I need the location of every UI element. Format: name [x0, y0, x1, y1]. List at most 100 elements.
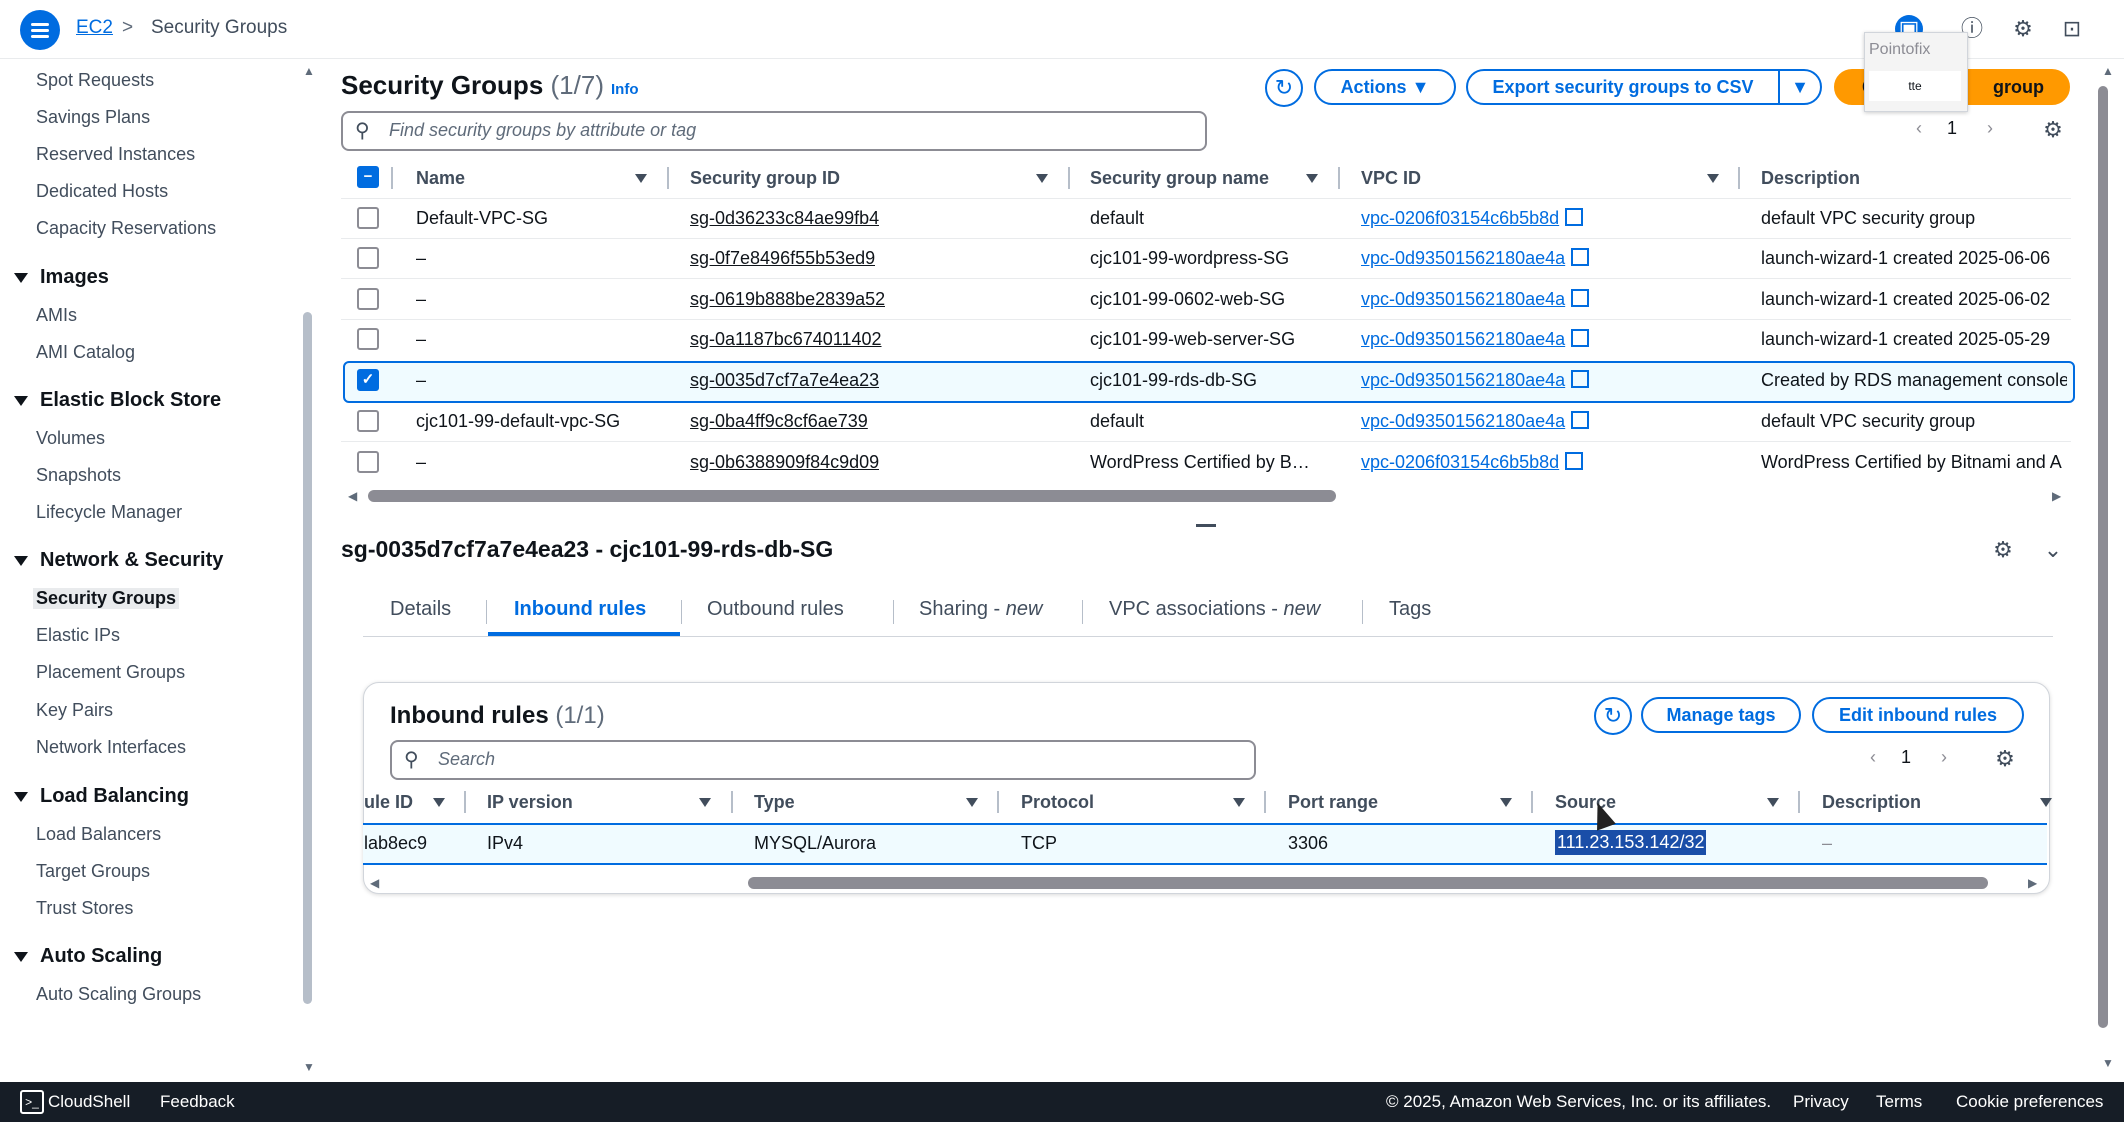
sidebar-scrollbar[interactable]: [303, 312, 312, 1004]
sidebar-item-spot-requests[interactable]: Spot Requests: [36, 70, 154, 91]
feedback-link[interactable]: Feedback: [160, 1092, 235, 1112]
sidebar-item-target-groups[interactable]: Target Groups: [36, 861, 150, 882]
page-scrollbar[interactable]: [2098, 86, 2108, 1028]
cell-vpc-id[interactable]: vpc-0206f03154c6b5b8d: [1361, 452, 1584, 473]
cell-security-group-id[interactable]: sg-0f7e8496f55b53ed9: [690, 248, 875, 269]
sidebar-item-ami-catalog[interactable]: AMI Catalog: [36, 342, 135, 363]
sidebar-section-auto-scaling[interactable]: Auto Scaling: [14, 945, 162, 968]
scroll-right-icon[interactable]: ▶: [2028, 876, 2037, 890]
chevron-left-icon[interactable]: ‹: [1916, 118, 1922, 138]
sidebar-item-amis[interactable]: AMIs: [36, 305, 77, 326]
column-header-rule-id[interactable]: ule ID: [364, 792, 413, 813]
scroll-left-icon[interactable]: ◀: [370, 876, 379, 890]
sort-icon[interactable]: [1233, 798, 1245, 807]
manage-tags-button[interactable]: Manage tags: [1641, 697, 1801, 733]
breadcrumb-ec2[interactable]: EC2: [76, 17, 113, 39]
sort-icon[interactable]: [433, 798, 445, 807]
cookie-preferences-link[interactable]: Cookie preferences: [1956, 1092, 2103, 1112]
scroll-up-icon[interactable]: ▲: [303, 64, 315, 78]
cell-vpc-id[interactable]: vpc-0d93501562180ae4a: [1361, 289, 1590, 310]
sort-icon[interactable]: [1707, 174, 1719, 183]
vpc-link[interactable]: vpc-0d93501562180ae4a: [1361, 370, 1565, 390]
sidebar-section-network-security[interactable]: Network & Security: [14, 549, 223, 572]
cloudshell-icon[interactable]: >_: [20, 1090, 44, 1114]
sidebar-item-network-interfaces[interactable]: Network Interfaces: [36, 737, 186, 758]
vpc-link[interactable]: vpc-0206f03154c6b5b8d: [1361, 452, 1559, 472]
column-header-security-group-id[interactable]: Security group ID: [690, 168, 840, 189]
menu-icon[interactable]: [20, 10, 60, 50]
sort-icon[interactable]: [699, 798, 711, 807]
sidebar-item-security-groups[interactable]: Security Groups: [33, 588, 180, 609]
vpc-link[interactable]: vpc-0d93501562180ae4a: [1361, 411, 1565, 431]
scroll-down-icon[interactable]: ▼: [303, 1060, 315, 1074]
edit-inbound-rules-button[interactable]: Edit inbound rules: [1812, 697, 2024, 733]
cell-security-group-id[interactable]: sg-0035d7cf7a7e4ea23: [690, 370, 879, 391]
table-horizontal-scrollbar[interactable]: [368, 490, 1336, 502]
row-checkbox[interactable]: [357, 247, 379, 269]
sort-icon[interactable]: [1500, 798, 1512, 807]
tab-inbound-rules[interactable]: Inbound rules: [514, 598, 646, 621]
vpc-link[interactable]: vpc-0d93501562180ae4a: [1361, 289, 1565, 309]
sidebar-item-savings-plans[interactable]: Savings Plans: [36, 107, 150, 128]
current-page[interactable]: 1: [1901, 747, 1911, 767]
export-dropdown-button[interactable]: ▼: [1778, 69, 1822, 105]
feedback-icon[interactable]: ⊡: [2058, 15, 2086, 43]
inbound-pagination[interactable]: ‹ 1 ›: [1870, 747, 1947, 768]
sort-icon[interactable]: [966, 798, 978, 807]
sidebar-item-trust-stores[interactable]: Trust Stores: [36, 898, 133, 919]
column-header-security-group-name[interactable]: Security group name: [1090, 168, 1269, 189]
sidebar-item-placement-groups[interactable]: Placement Groups: [36, 662, 185, 683]
terms-link[interactable]: Terms: [1876, 1092, 1922, 1112]
row-checkbox[interactable]: ✓: [357, 369, 379, 391]
sidebar-item-auto-scaling-groups[interactable]: Auto Scaling Groups: [36, 984, 201, 1005]
pointofix-popup[interactable]: Pointofix tte: [1864, 32, 1968, 112]
sidebar-section-load-balancing[interactable]: Load Balancing: [14, 785, 189, 808]
settings-icon[interactable]: ⚙: [2009, 15, 2037, 43]
sidebar-item-dedicated-hosts[interactable]: Dedicated Hosts: [36, 181, 168, 202]
sidebar-section-images[interactable]: Images: [14, 266, 109, 289]
cell-security-group-id[interactable]: sg-0d36233c84ae99fb4: [690, 208, 879, 229]
vpc-link[interactable]: vpc-0d93501562180ae4a: [1361, 248, 1565, 268]
refresh-icon[interactable]: ↻: [1594, 697, 1632, 735]
inbound-rules-search[interactable]: ⚲ Search: [390, 740, 1256, 780]
cell-vpc-id[interactable]: vpc-0206f03154c6b5b8d: [1361, 208, 1584, 229]
table-settings-icon[interactable]: ⚙: [2039, 116, 2067, 144]
column-header-vpc-id[interactable]: VPC ID: [1361, 168, 1421, 189]
column-header-description[interactable]: Description: [1761, 168, 1860, 189]
sort-icon[interactable]: [1306, 174, 1318, 183]
column-header-description[interactable]: Description: [1822, 792, 1921, 813]
chevron-right-icon[interactable]: ›: [1941, 747, 1947, 767]
scroll-up-icon[interactable]: ▲: [2102, 64, 2114, 78]
detail-settings-icon[interactable]: ⚙: [1989, 536, 2017, 564]
table-settings-icon[interactable]: ⚙: [1991, 745, 2019, 773]
column-header-name[interactable]: Name: [416, 168, 465, 189]
cell-vpc-id[interactable]: vpc-0d93501562180ae4a: [1361, 329, 1590, 350]
privacy-link[interactable]: Privacy: [1793, 1092, 1849, 1112]
sort-icon[interactable]: [2040, 798, 2052, 807]
cell-security-group-id[interactable]: sg-0619b888be2839a52: [690, 289, 885, 310]
tab-outbound-rules[interactable]: Outbound rules: [707, 598, 844, 621]
cell-security-group-id[interactable]: sg-0ba4ff9c8cf6ae739: [690, 411, 868, 432]
row-checkbox[interactable]: [357, 410, 379, 432]
cell-source-selected[interactable]: 111.2​3.153.142/32: [1555, 830, 1707, 855]
inbound-horizontal-scrollbar[interactable]: [748, 877, 1988, 889]
security-groups-search[interactable]: ⚲ Find security groups by attribute or t…: [341, 111, 1207, 151]
chevron-right-icon[interactable]: ›: [1987, 118, 1993, 138]
tab-details[interactable]: Details: [390, 598, 451, 621]
export-csv-button[interactable]: Export security groups to CSV: [1466, 69, 1780, 105]
sidebar-item-capacity-reservations[interactable]: Capacity Reservations: [36, 218, 216, 239]
select-all-checkbox[interactable]: −: [357, 166, 379, 188]
sidebar-item-load-balancers[interactable]: Load Balancers: [36, 824, 161, 845]
collapse-chevron-icon[interactable]: ⌄: [2039, 536, 2067, 564]
row-checkbox[interactable]: [357, 207, 379, 229]
sidebar-item-snapshots[interactable]: Snapshots: [36, 465, 121, 486]
tab-tags[interactable]: Tags: [1389, 598, 1431, 621]
cloudshell-link[interactable]: CloudShell: [48, 1092, 130, 1112]
sort-icon[interactable]: [635, 174, 647, 183]
cell-security-group-id[interactable]: sg-0b6388909f84c9d09: [690, 452, 879, 473]
chevron-left-icon[interactable]: ‹: [1870, 747, 1876, 767]
pagination[interactable]: ‹ 1 ›: [1916, 118, 1993, 139]
scroll-down-icon[interactable]: ▼: [2102, 1056, 2114, 1070]
info-link[interactable]: Info: [611, 81, 639, 98]
tab-sharing[interactable]: Sharing - new: [919, 598, 1042, 621]
